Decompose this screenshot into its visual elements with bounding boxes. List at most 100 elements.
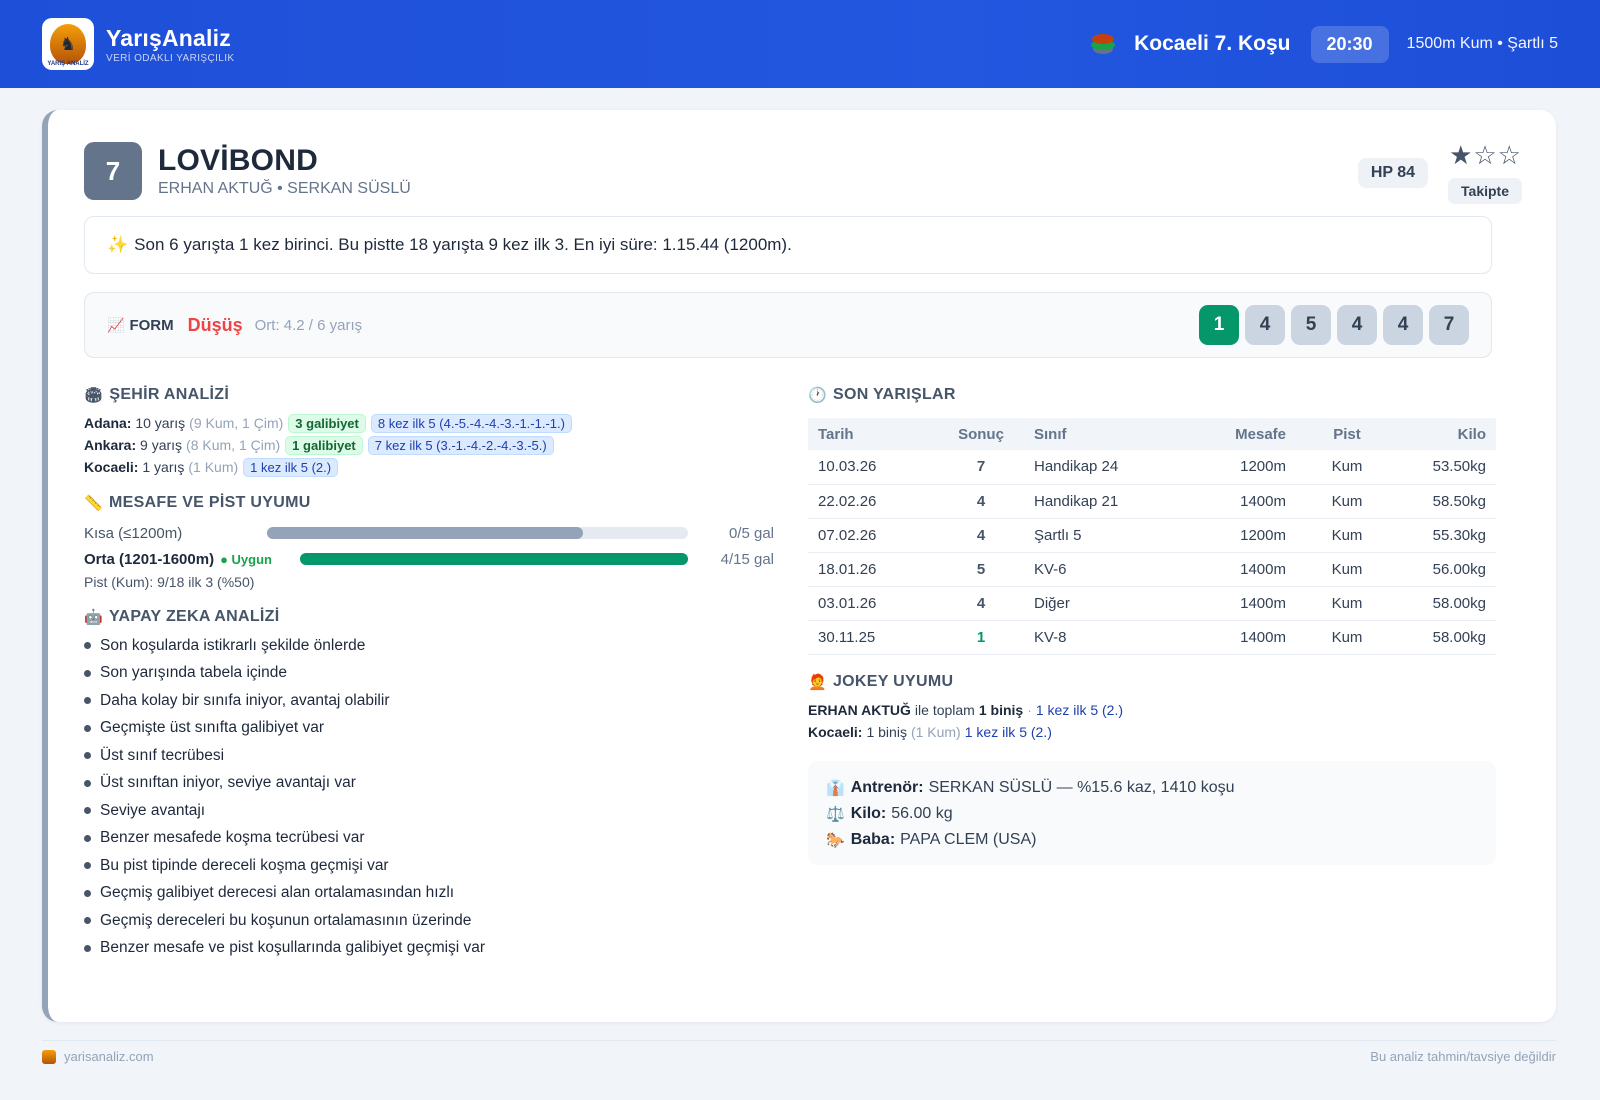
- ai-analysis-item: Geçmiş galibiyet derecesi alan ortalamas…: [84, 880, 774, 908]
- ai-analysis-text: Daha kolay bir sınıfa iniyor, avantaj ol…: [100, 691, 390, 709]
- brand-name: YarışAnaliz: [106, 24, 231, 51]
- fit-badge: ● Uygun: [220, 551, 272, 567]
- form-results: 145447: [1199, 305, 1469, 345]
- distance-title: 📏 MESAFE VE PİST UYUMU: [84, 494, 311, 512]
- city-surface-detail: (9 Kum, 1 Çim): [189, 415, 284, 431]
- top5-tag: 7 kez ilk 5 (3.-1.-4.-2.-4.-3.-5.): [367, 435, 554, 455]
- race-class: Diğer: [1024, 586, 1174, 621]
- city-analysis-title: 🏟 ŞEHİR ANALİZİ: [84, 386, 230, 404]
- sire-line: 🐎 Baba: PAPA CLEM (USA): [826, 830, 1037, 849]
- win-tag: 1 galibiyet: [285, 435, 363, 455]
- ai-analysis-item: Son koşularda istikrarlı şekilde önlerde: [84, 632, 774, 660]
- table-row[interactable]: 30.11.25 1 KV-8 1400m Kum 58.00kg: [808, 620, 1496, 655]
- form-result-pill: 4: [1245, 305, 1285, 345]
- hp-badge: HP 84: [1357, 158, 1428, 188]
- robot-icon: 🤖: [84, 609, 103, 626]
- city-name: Ankara:: [84, 437, 137, 453]
- race-distance: 1400m: [1174, 552, 1286, 587]
- footer-site-link[interactable]: yarisanaliz.com: [64, 1049, 154, 1064]
- bullet-dot: [84, 834, 91, 842]
- bullet-dot: [84, 889, 91, 897]
- brand-logo[interactable]: ♞ YARIŞ ANALİZ: [42, 18, 94, 70]
- ai-analysis-item: Bu pist tipinde dereceli koşma geçmişi v…: [84, 852, 774, 880]
- city-name: Kocaeli:: [84, 459, 139, 475]
- distance-label-text: Kısa (≤1200m): [84, 524, 183, 542]
- top-bar: ♞ YARIŞ ANALİZ YarışAnaliz VERİ ODAKLI Y…: [0, 0, 1600, 88]
- race-result: 5: [938, 552, 1024, 587]
- follow-button[interactable]: Takipte: [1448, 178, 1522, 204]
- race-title: Kocaeli 7. Koşu: [1134, 32, 1291, 55]
- footer-disclaimer: Bu analiz tahmin/tavsiye değildir: [1370, 1049, 1556, 1064]
- ai-analysis-item: Üst sınıftan iniyor, seviye avantajı var: [84, 770, 774, 798]
- col-class: Sınıf: [1024, 418, 1174, 450]
- recent-races-title: 🕐 SON YARIŞLAR: [808, 386, 956, 404]
- recent-races-table: Tarih Sonuç Sınıf Mesafe Pist Kilo 10.03…: [808, 418, 1496, 655]
- race-result: 4: [938, 586, 1024, 621]
- race-result: 4: [938, 518, 1024, 553]
- race-distance: 1400m: [1174, 620, 1286, 655]
- city-row: Adana: 10 yarış (9 Kum, 1 Çim) 3 galibiyet…: [84, 412, 774, 434]
- city-row: Kocaeli: 1 yarış (1 Kum) 1 kez ilk 5 (2.): [84, 456, 774, 478]
- pist-summary: Pist (Kum): 9/18 ilk 3 (%50): [84, 574, 255, 590]
- form-result-pill: 1: [1199, 305, 1239, 345]
- city-row: Ankara: 9 yarış (8 Kum, 1 Çim) 1 galibiyet…: [84, 434, 774, 456]
- table-row[interactable]: 18.01.26 5 KV-6 1400m Kum 56.00kg: [808, 552, 1496, 587]
- distance-bar: [300, 553, 688, 565]
- ai-analysis-item: Benzer mesafede koşma tecrübesi var: [84, 825, 774, 853]
- summary-box: ✨ Son 6 yarışta 1 kez birinci. Bu pistte…: [84, 216, 1492, 274]
- bullet-dot: [84, 697, 91, 705]
- form-result-pill: 4: [1337, 305, 1377, 345]
- jockey-total-line: ERHAN AKTUĞ ile toplam 1 biniş · 1 kez i…: [808, 701, 1124, 718]
- jockey-icon: 🧑‍🦰: [808, 673, 827, 691]
- ai-analysis-text: Son yarışında tabela içinde: [100, 664, 287, 682]
- race-distance: 1200m: [1174, 450, 1286, 485]
- bullet-dot: [84, 669, 91, 677]
- ai-analysis-item: Üst sınıf tecrübesi: [84, 742, 774, 770]
- ai-analysis-text: Geçmiş dereceleri bu koşunun ortalamasın…: [100, 911, 472, 929]
- col-date: Tarih: [808, 418, 938, 450]
- ai-analysis-text: Geçmişte üst sınıfta galibiyet var: [100, 719, 324, 737]
- ai-analysis-item: Son yarışında tabela içinde: [84, 660, 774, 688]
- ai-analysis-item: Seviye avantajı: [84, 797, 774, 825]
- race-weight: 56.00kg: [1386, 552, 1496, 587]
- rating-stars[interactable]: ★☆☆: [1449, 140, 1522, 171]
- race-class: Handikap 21: [1024, 484, 1174, 519]
- table-header-row: Tarih Sonuç Sınıf Mesafe Pist Kilo: [808, 418, 1496, 450]
- form-label: FORM: [129, 316, 174, 334]
- chart-up-icon: 📈: [107, 316, 125, 333]
- race-result: 4: [938, 484, 1024, 519]
- bullet-dot: [84, 917, 91, 925]
- race-result: 7: [938, 450, 1024, 485]
- race-track: Kum: [1286, 620, 1386, 655]
- table-row[interactable]: 03.01.26 4 Diğer 1400m Kum 58.00kg: [808, 586, 1496, 621]
- race-weight: 58.00kg: [1386, 620, 1496, 655]
- bullet-dot: [84, 752, 91, 760]
- table-row[interactable]: 22.02.26 4 Handikap 21 1400m Kum 58.50kg: [808, 484, 1496, 519]
- race-date: 10.03.26: [808, 450, 938, 485]
- weight-line: ⚖️ Kilo: 56.00 kg: [826, 804, 953, 823]
- top5-tag: 1 kez ilk 5 (2.): [243, 457, 339, 477]
- bullet-dot: [84, 779, 91, 787]
- bullet-dot: [84, 724, 91, 732]
- ai-analysis-text: Üst sınıf tecrübesi: [100, 746, 225, 764]
- jockey-trainer: ERHAN AKTUĞ • SERKAN SÜSLÜ: [158, 180, 411, 197]
- ai-analysis-text: Seviye avantajı: [100, 801, 206, 819]
- distance-bar-fill: [300, 553, 688, 565]
- summary-text: Son 6 yarışta 1 kez birinci. Bu pistte 1…: [134, 235, 792, 254]
- distance-label-text: Orta (1201-1600m): [84, 550, 215, 568]
- bullet-dot: [84, 642, 91, 650]
- ai-analysis-title: 🤖 YAPAY ZEKA ANALİZİ: [84, 608, 280, 626]
- col-track: Pist: [1286, 418, 1386, 450]
- horse-name: LOVİBOND: [158, 144, 318, 177]
- race-detail: 1500m Kum • Şartlı 5: [1406, 35, 1558, 52]
- race-class: Şartlı 5: [1024, 518, 1174, 553]
- horse-icon: 🐎: [826, 831, 845, 849]
- horse-card: 7 LOVİBOND ERHAN AKTUĞ • SERKAN SÜSLÜ HP…: [42, 110, 1556, 1022]
- table-row[interactable]: 10.03.26 7 Handikap 24 1200m Kum 53.50kg: [808, 450, 1496, 485]
- footer: yarisanaliz.com Bu analiz tahmin/tavsiye…: [42, 1040, 1556, 1064]
- ai-analysis-text: Geçmiş galibiyet derecesi alan ortalamas…: [100, 884, 455, 902]
- table-row[interactable]: 07.02.26 4 Şartlı 5 1200m Kum 55.30kg: [808, 518, 1496, 553]
- ai-analysis-text: Üst sınıftan iniyor, seviye avantajı var: [100, 774, 356, 792]
- distance-row: Orta (1201-1600m) ● Uygun 4/15 gal: [84, 546, 774, 572]
- distance-bar: [267, 527, 688, 539]
